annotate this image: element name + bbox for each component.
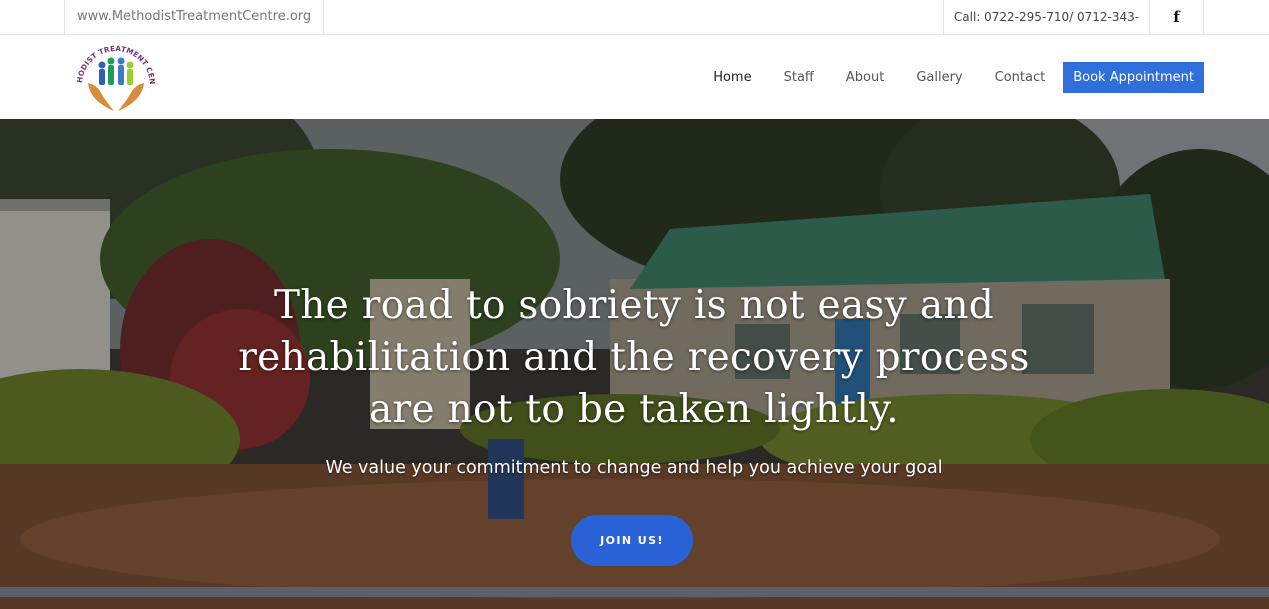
- join-us-button[interactable]: JOIN US!: [571, 515, 693, 566]
- top-bar: www.MethodistTreatmentCentre.org Call: 0…: [0, 0, 1269, 58]
- site-header: METHODIST TREATMENT CENTRE Home Staff Ab…: [0, 32, 1269, 119]
- nav-contact[interactable]: Contact: [995, 70, 1046, 85]
- site-url[interactable]: www.MethodistTreatmentCentre.org: [64, 0, 325, 34]
- nav-about[interactable]: About: [846, 70, 884, 85]
- facebook-icon[interactable]: f: [1150, 0, 1204, 34]
- call-info: Call: 0722-295-710/ 0712-343-157: [943, 0, 1150, 58]
- hero-bottom-stripe: [0, 587, 1269, 597]
- svg-text:METHODIST TREATMENT CENTRE: METHODIST TREATMENT CENTRE: [74, 39, 157, 85]
- book-appointment-button[interactable]: Book Appointment: [1063, 62, 1204, 93]
- logo[interactable]: METHODIST TREATMENT CENTRE: [70, 32, 158, 117]
- nav-home[interactable]: Home: [713, 70, 751, 85]
- nav-gallery[interactable]: Gallery: [916, 70, 962, 85]
- hero-subheadline: We value your commitment to change and h…: [325, 458, 943, 478]
- main-nav: Home Staff About Gallery Contact Book Ap…: [681, 62, 1204, 93]
- nav-staff[interactable]: Staff: [784, 70, 814, 85]
- hero-headline: The road to sobriety is not easy and reh…: [238, 283, 1030, 432]
- hero-section: The road to sobriety is not easy and reh…: [0, 119, 1269, 609]
